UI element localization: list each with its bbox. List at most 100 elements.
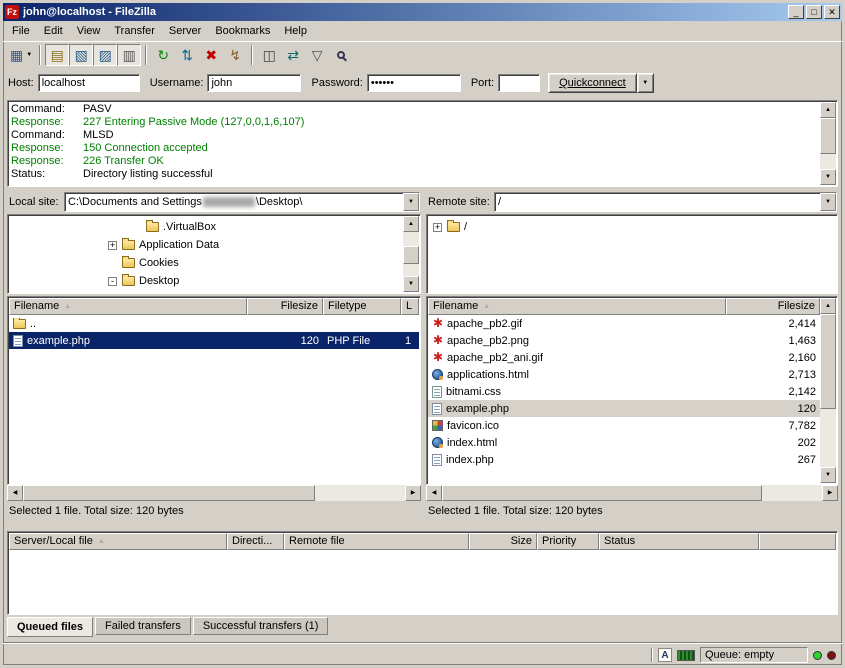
file-row[interactable]: favicon.ico7,782	[428, 417, 820, 434]
tab-successful-transfers-1[interactable]: Successful transfers (1)	[193, 617, 329, 635]
chevron-down-icon[interactable]: ▼	[403, 193, 419, 211]
minimize-button[interactable]: _	[788, 5, 804, 19]
file-row[interactable]: apache_pb2.png1,463	[428, 332, 820, 349]
scroll-down-icon[interactable]: ▼	[820, 169, 836, 185]
file-size: 120	[247, 335, 323, 347]
remote-file-list: FilenameFilesize apache_pb2.gif2,414apac…	[426, 296, 838, 485]
tree-item[interactable]: .VirtualBox	[8, 218, 420, 236]
password-label: Password:	[311, 77, 362, 89]
column-header-directi[interactable]: Directi...	[227, 533, 284, 550]
tree-item[interactable]: +/	[427, 218, 837, 236]
column-header-filesize[interactable]: Filesize	[247, 298, 323, 315]
expand-icon[interactable]: +	[433, 223, 442, 232]
column-header-size[interactable]: Size	[469, 533, 537, 550]
column-header-server-local-file[interactable]: Server/Local file	[9, 533, 227, 550]
file-row[interactable]: index.php267	[428, 451, 820, 468]
close-button[interactable]: ✕	[824, 5, 840, 19]
host-input[interactable]	[38, 74, 140, 92]
find-files-button[interactable]	[329, 44, 353, 66]
column-header-priority[interactable]: Priority	[537, 533, 599, 550]
menu-view[interactable]: View	[70, 22, 108, 40]
menu-bookmarks[interactable]: Bookmarks	[208, 22, 277, 40]
local-list-hscrollbar[interactable]: ◀ ▶	[7, 485, 421, 501]
menu-transfer[interactable]: Transfer	[107, 22, 162, 40]
scroll-down-icon[interactable]: ▼	[820, 467, 836, 483]
file-row[interactable]: ..	[9, 315, 419, 332]
scroll-right-icon[interactable]: ▶	[822, 485, 838, 501]
toggle-remote-tree-button[interactable]: ▨	[93, 44, 117, 66]
filter-button[interactable]: ▽	[305, 44, 329, 66]
column-header-status[interactable]: Status	[599, 533, 759, 550]
file-row[interactable]: index.html202	[428, 434, 820, 451]
cancel-button[interactable]: ✖	[199, 44, 223, 66]
menu-file[interactable]: File	[5, 22, 37, 40]
synchronized-browsing-button[interactable]: ⇄	[281, 44, 305, 66]
scroll-left-icon[interactable]: ◀	[426, 485, 442, 501]
local-panel: Local site: C:\Documents and Settings\De…	[7, 192, 421, 522]
port-input[interactable]	[498, 74, 540, 92]
tree-item[interactable]: -Desktop	[8, 272, 420, 290]
scroll-thumb[interactable]	[820, 314, 836, 409]
scroll-thumb[interactable]	[442, 485, 762, 501]
scroll-up-icon[interactable]: ▲	[403, 216, 419, 232]
scroll-thumb[interactable]	[23, 485, 315, 501]
process-queue-button[interactable]: ⇅	[175, 44, 199, 66]
tab-queued-files[interactable]: Queued files	[7, 617, 93, 637]
scroll-left-icon[interactable]: ◀	[7, 485, 23, 501]
expand-icon[interactable]: +	[108, 241, 117, 250]
file-row[interactable]: apache_pb2.gif2,414	[428, 315, 820, 332]
file-row[interactable]: applications.html2,713	[428, 366, 820, 383]
scroll-down-icon[interactable]: ▼	[403, 276, 419, 292]
toggle-remote-tree-icon: ▨	[99, 48, 112, 62]
scroll-up-icon[interactable]: ▲	[820, 102, 836, 118]
local-site-combo[interactable]: C:\Documents and Settings\Desktop\ ▼	[64, 192, 420, 212]
scroll-right-icon[interactable]: ▶	[405, 485, 421, 501]
quickconnect-button[interactable]: Quickconnect	[548, 73, 637, 93]
file-name: example.php	[428, 403, 726, 415]
collapse-icon[interactable]: -	[108, 277, 117, 286]
filename: bitnami.css	[446, 386, 501, 398]
menu-server[interactable]: Server	[162, 22, 208, 40]
toggle-local-tree-icon: ▧	[75, 48, 88, 62]
toggle-queue-icon: ▥	[123, 48, 136, 62]
quickconnect-dropdown-button[interactable]: ▼	[637, 73, 654, 93]
column-header-filesize[interactable]: Filesize	[726, 298, 820, 315]
maximize-button[interactable]: □	[806, 5, 822, 19]
toggle-message-log-button[interactable]: ▤	[45, 44, 69, 66]
file-row[interactable]: example.php120	[428, 400, 820, 417]
file-row[interactable]: apache_pb2_ani.gif2,160	[428, 349, 820, 366]
file-row[interactable]: example.php120PHP File1	[9, 332, 419, 349]
password-input[interactable]	[367, 74, 461, 92]
tab-failed-transfers[interactable]: Failed transfers	[95, 617, 191, 635]
remote-list-scrollbar[interactable]: ▲ ▼	[820, 298, 836, 483]
transfer-queue: Server/Local fileDirecti...Remote fileSi…	[7, 531, 838, 615]
php-icon	[432, 454, 442, 466]
scroll-up-icon[interactable]: ▲	[820, 298, 836, 314]
chevron-down-icon[interactable]: ▼	[820, 193, 836, 211]
tree-item[interactable]: Cookies	[8, 254, 420, 272]
file-row[interactable]: bitnami.css2,142	[428, 383, 820, 400]
column-header-l[interactable]: L	[401, 298, 419, 315]
remote-site-combo[interactable]: / ▼	[494, 192, 837, 212]
directory-comparison-button[interactable]: ◫	[257, 44, 281, 66]
tree-item[interactable]: +Application Data	[8, 236, 420, 254]
log-scrollbar[interactable]: ▲ ▼	[820, 102, 836, 185]
local-tree-scrollbar[interactable]: ▲ ▼	[403, 216, 419, 292]
remote-panel: Remote site: / ▼ +/ FilenameFilesize apa…	[426, 192, 838, 522]
menu-help[interactable]: Help	[277, 22, 314, 40]
remote-list-hscrollbar[interactable]: ◀ ▶	[426, 485, 838, 501]
column-header-filename[interactable]: Filename	[428, 298, 726, 315]
menu-edit[interactable]: Edit	[37, 22, 70, 40]
column-header-filename[interactable]: Filename	[9, 298, 247, 315]
filename: ..	[30, 318, 36, 330]
scroll-thumb[interactable]	[403, 246, 419, 264]
toggle-queue-button[interactable]: ▥	[117, 44, 141, 66]
scroll-thumb[interactable]	[820, 118, 836, 154]
toggle-local-tree-button[interactable]: ▧	[69, 44, 93, 66]
refresh-button[interactable]: ↻	[151, 44, 175, 66]
username-input[interactable]	[207, 74, 301, 92]
disconnect-button[interactable]: ↯	[223, 44, 247, 66]
site-manager-button[interactable]: ▦▼	[7, 44, 35, 66]
column-header-remote-file[interactable]: Remote file	[284, 533, 469, 550]
column-header-filetype[interactable]: Filetype	[323, 298, 401, 315]
